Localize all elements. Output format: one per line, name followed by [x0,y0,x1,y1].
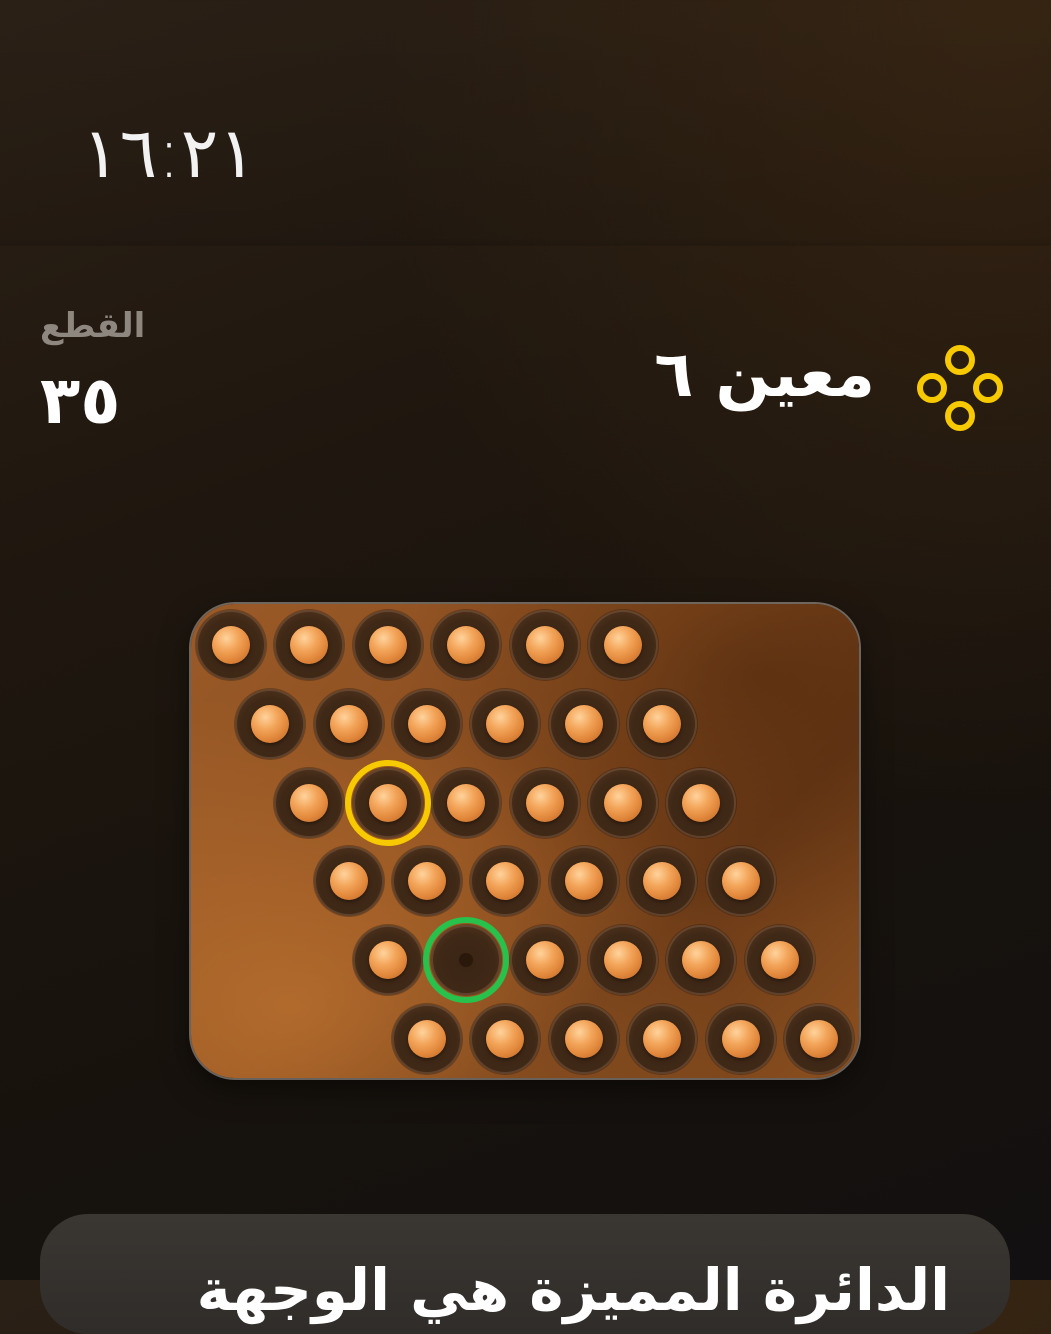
peg[interactable] [251,704,290,743]
board-hole[interactable] [431,610,502,680]
peg[interactable] [447,626,486,664]
board-hole[interactable] [274,610,345,680]
peg[interactable] [486,862,525,901]
selected-peg-ring [344,759,431,846]
board-hole[interactable] [313,688,384,759]
board-hole[interactable] [548,688,619,759]
board-hole[interactable] [588,925,658,996]
board-hole[interactable] [313,846,384,917]
peg[interactable] [682,941,721,980]
pieces-label: القطع [40,306,146,346]
peg[interactable] [329,704,368,743]
peg[interactable] [604,783,642,822]
peg[interactable] [643,862,682,901]
board-hole[interactable] [509,610,580,680]
board-hole[interactable] [392,846,462,917]
board-hole[interactable] [196,610,266,680]
board-hole[interactable] [352,925,423,996]
peg[interactable] [408,862,446,901]
board-hole[interactable] [588,767,658,838]
peg[interactable] [564,862,603,901]
board-hole[interactable] [627,1004,698,1074]
pieces-count: ٣٥ [40,362,121,439]
peg[interactable] [329,862,368,901]
board-hole[interactable] [705,1004,776,1074]
board-hole[interactable] [666,925,737,996]
target-hole-ring [423,917,510,1004]
peg[interactable] [760,941,799,980]
board-hole[interactable] [431,767,502,838]
board-hole[interactable] [627,846,698,917]
status-bar-time: ١٦:٢١ [82,112,256,194]
peg[interactable] [290,783,329,822]
board-hole[interactable] [470,688,541,759]
board-hole[interactable] [352,610,423,680]
peg[interactable] [290,626,329,664]
peg[interactable] [368,941,407,980]
peg[interactable] [800,1020,838,1058]
peg[interactable] [408,704,446,743]
board-hole[interactable] [392,688,462,759]
peg[interactable] [486,704,525,743]
peg[interactable] [486,1020,525,1058]
peg[interactable] [212,626,250,664]
peg[interactable] [604,941,642,980]
board-hole[interactable] [548,846,619,917]
peg[interactable] [408,1020,446,1058]
peg[interactable] [564,1020,603,1058]
header-divider [0,238,1051,246]
peg[interactable] [525,941,564,980]
board-hole[interactable] [274,767,345,838]
board-hole[interactable] [509,767,580,838]
peg[interactable] [564,704,603,743]
peg[interactable] [721,862,760,901]
board-hole[interactable] [744,925,815,996]
board-hole[interactable] [705,846,776,917]
board-hole[interactable] [470,1004,541,1074]
board-hole[interactable] [588,610,658,680]
diamond-four-rings-icon [917,345,1003,431]
peg[interactable] [721,1020,760,1058]
peg[interactable] [525,626,564,664]
board-hole[interactable] [548,1004,619,1074]
peg[interactable] [447,783,486,822]
hint-text: الدائرة المميزة هي الوجهة [196,1256,950,1324]
peg[interactable] [525,783,564,822]
board-hole[interactable] [627,688,698,759]
board-hole[interactable] [666,767,737,838]
board-hole[interactable] [509,925,580,996]
board-hole[interactable] [470,846,541,917]
peg[interactable] [643,704,682,743]
hint-card: الدائرة المميزة هي الوجهة [40,1214,1010,1334]
board-hole[interactable] [235,688,306,759]
peg[interactable] [643,1020,682,1058]
board-hole[interactable] [784,1004,854,1074]
shape-title: معين ٦ [654,338,875,412]
peg[interactable] [368,626,407,664]
peg[interactable] [604,626,642,664]
board-hole[interactable] [392,1004,462,1074]
peg[interactable] [682,783,721,822]
peg-board [191,604,859,1078]
